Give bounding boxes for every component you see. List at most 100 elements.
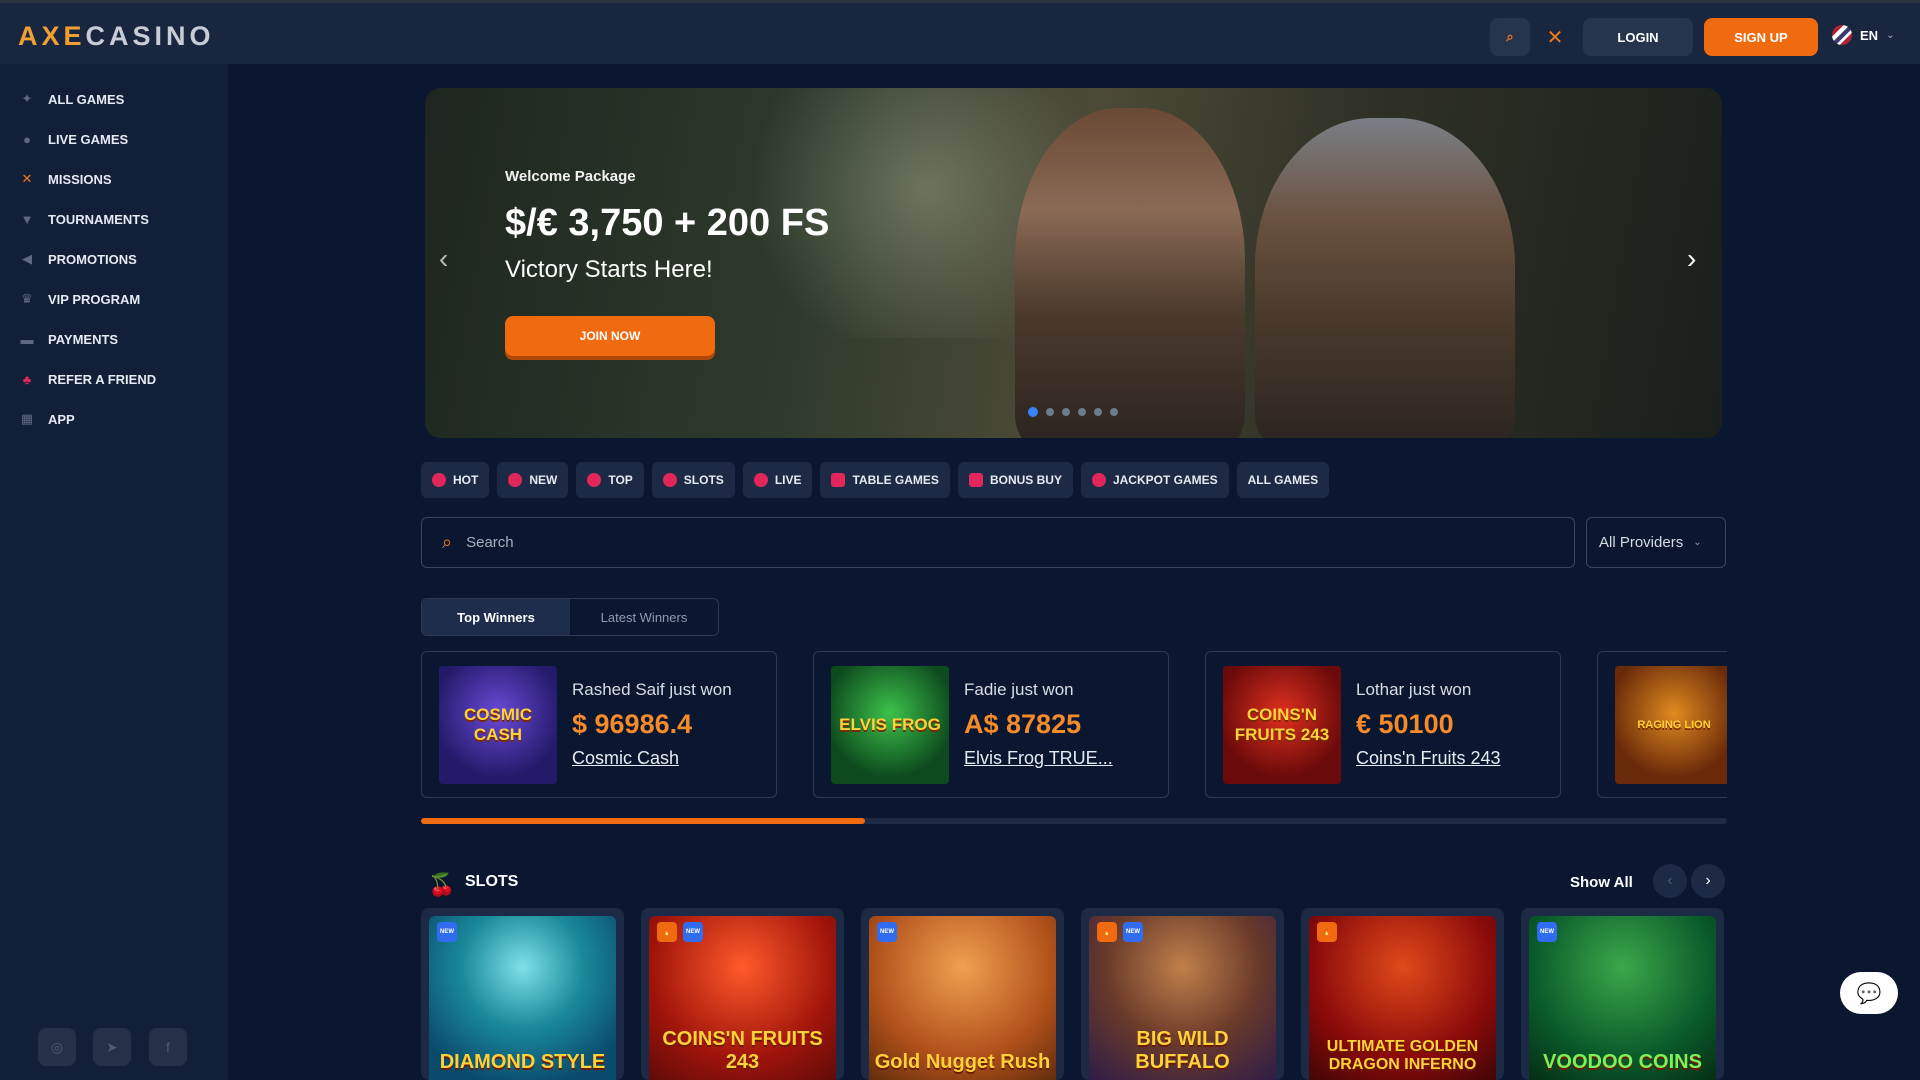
facebook-icon: f (166, 1039, 170, 1055)
chevron-left-icon[interactable]: ‹ (439, 243, 448, 275)
sidebar-item-label: REFER A FRIEND (48, 371, 157, 387)
facebook-button[interactable]: f (149, 1028, 187, 1066)
tab-latest-winners[interactable]: Latest Winners (570, 599, 718, 635)
seven-icon (1091, 473, 1106, 487)
signup-button[interactable]: SIGN UP (1704, 18, 1818, 56)
site-logo[interactable]: AXECASINO (18, 21, 215, 52)
chevron-down-icon: ⌄ (1886, 29, 1895, 41)
game-tile[interactable]: Gold Nugget Rush NEW (861, 908, 1064, 1080)
chevron-left-icon[interactable]: ‹ (1653, 864, 1687, 898)
instagram-button[interactable]: ◎ (38, 1028, 76, 1066)
apps-icon: ▦ (20, 411, 34, 426)
game-search-input[interactable]: ⌕ Search (421, 517, 1575, 568)
game-tile[interactable]: VOODOO COINS NEW (1521, 908, 1724, 1080)
language-selector[interactable]: EN ⌄ (1832, 25, 1894, 45)
live-chat-button[interactable]: 💬 (1840, 972, 1898, 1014)
missions-button[interactable]: ✕ (1540, 18, 1570, 56)
join-now-button[interactable]: JOIN NOW (505, 316, 715, 356)
winner-name: Rashed Saif just won (572, 680, 732, 699)
sidebar-item-missions[interactable]: ✕ MISSIONS (18, 170, 112, 188)
banner-dot[interactable] (1046, 408, 1054, 416)
banner-dot[interactable] (1110, 408, 1118, 416)
tab-top[interactable]: TOP (576, 462, 644, 498)
sidebar-item-refer-a-friend[interactable]: ♣ REFER A FRIEND (18, 370, 156, 388)
tab-new[interactable]: NEW (497, 462, 569, 498)
winner-game-link[interactable]: Cosmic Cash (572, 748, 679, 769)
game-tile[interactable]: COINS'N FRUITS 243 🔥 NEW (641, 908, 844, 1080)
sidebar-item-live-games[interactable]: ● LIVE GAMES (18, 130, 128, 148)
winner-game-thumbnail[interactable]: COINS'N FRUITS 243 (1223, 666, 1341, 784)
tab-top-winners[interactable]: Top Winners (422, 599, 570, 635)
game-tile-image[interactable]: Gold Nugget Rush (869, 916, 1056, 1080)
chevron-right-icon[interactable]: › (1687, 243, 1696, 275)
winner-amount: $ 96986.4 (572, 709, 693, 739)
grid-icon: ✦ (21, 91, 33, 106)
winner-game-thumbnail[interactable]: RAGING LION (1615, 666, 1727, 784)
winner-card[interactable]: ELVIS FROG Fadie just won A$ 87825 Elvis… (813, 651, 1169, 798)
game-tile-image[interactable]: DIAMOND STYLE (429, 916, 616, 1080)
hot-badge: 🔥 (1317, 922, 1337, 942)
game-tile[interactable]: DIAMOND STYLE NEW (421, 908, 624, 1080)
new-badge: NEW (877, 922, 897, 942)
banner-subtitle: Victory Starts Here! (505, 256, 713, 283)
tab-hot[interactable]: HOT (421, 462, 490, 498)
game-tile-image[interactable]: COINS'N FRUITS 243 (649, 916, 836, 1080)
tab-table-games[interactable]: TABLE GAMES (820, 462, 950, 498)
search-icon: ⌕ (1506, 29, 1514, 44)
providers-select[interactable]: All Providers ⌄ (1586, 517, 1726, 568)
tab-label: BONUS BUY (989, 473, 1062, 487)
show-all-link[interactable]: Show All (1570, 874, 1633, 891)
tab-label: HOT (453, 473, 479, 487)
tab-all-games[interactable]: ALL GAMES (1236, 462, 1330, 498)
sidebar: ✦ ALL GAMES ● LIVE GAMES ✕ MISSIONS ▼ TO… (0, 64, 228, 1080)
tab-live[interactable]: LIVE (742, 462, 813, 498)
banner-dot[interactable] (1062, 408, 1070, 416)
logo-text-casino: CASINO (85, 21, 215, 51)
winners-scroll-progress-fill (421, 818, 866, 824)
sidebar-item-tournaments[interactable]: ▼ TOURNAMENTS (18, 210, 149, 228)
winner-game-link[interactable]: Coins'n Fruits 243 (1356, 748, 1501, 769)
sidebar-item-label: PROMOTIONS (48, 251, 137, 267)
top-bar: AXECASINO ⌕ ✕ LOGIN SIGN UP EN ⌄ (0, 0, 1920, 64)
chevron-down-icon: ⌄ (1693, 537, 1702, 548)
banner-dot[interactable] (1078, 408, 1086, 416)
search-button[interactable]: ⌕ (1490, 18, 1530, 56)
game-tile-image[interactable]: ULTIMATE GOLDEN DRAGON INFERNO (1309, 916, 1496, 1080)
banner-dot[interactable] (1094, 408, 1102, 416)
trophy-icon: ▼ (20, 211, 34, 227)
hot-badge: 🔥 (1097, 922, 1117, 942)
sidebar-item-app[interactable]: ▦ APP (18, 410, 75, 428)
live-icon: ● (23, 131, 31, 147)
new-badge: NEW (437, 922, 457, 942)
flag-icon (1832, 25, 1852, 45)
telegram-button[interactable]: ➤ (93, 1028, 131, 1066)
winner-card[interactable]: COINS'N FRUITS 243 Lothar just won € 501… (1205, 651, 1561, 798)
logo-text-axe: AXE (18, 21, 86, 51)
tab-jackpot-games[interactable]: JACKPOT GAMES (1080, 462, 1229, 498)
winner-card[interactable]: COSMIC CASH Rashed Saif just won $ 96986… (421, 651, 777, 798)
winner-card[interactable]: RAGING LION (1597, 651, 1727, 798)
telegram-icon: ➤ (106, 1038, 118, 1055)
game-tile-image[interactable]: VOODOO COINS (1529, 916, 1716, 1080)
top-icon (587, 473, 602, 487)
chevron-right-icon[interactable]: › (1691, 864, 1725, 898)
winner-game-link[interactable]: Elvis Frog TRUE... (964, 748, 1113, 769)
game-tile-image[interactable]: BIG WILD BUFFALO (1089, 916, 1276, 1080)
new-badge: NEW (1537, 922, 1557, 942)
sidebar-item-vip-program[interactable]: ♛ VIP PROGRAM (18, 290, 140, 308)
sidebar-item-payments[interactable]: ▬ PAYMENTS (18, 330, 119, 348)
live-icon (753, 473, 768, 487)
login-button[interactable]: LOGIN (1583, 18, 1693, 56)
game-tile[interactable]: ULTIMATE GOLDEN DRAGON INFERNO 🔥 (1301, 908, 1504, 1080)
tab-label: TOP (608, 473, 633, 487)
game-tile[interactable]: BIG WILD BUFFALO 🔥 NEW (1081, 908, 1284, 1080)
tab-slots[interactable]: SLOTS (651, 462, 735, 498)
banner-dot[interactable] (1028, 407, 1038, 417)
tab-bonus-buy[interactable]: BONUS BUY (957, 462, 1073, 498)
sidebar-item-promotions[interactable]: ◀ PROMOTIONS (18, 250, 137, 268)
hero-banner[interactable]: Welcome Package $/€ 3,750 + 200 FS Victo… (425, 88, 1722, 438)
winner-game-thumbnail[interactable]: ELVIS FROG (831, 666, 949, 784)
sidebar-item-all-games[interactable]: ✦ ALL GAMES (18, 90, 125, 108)
section-title-slots: SLOTS (465, 873, 519, 890)
winner-game-thumbnail[interactable]: COSMIC CASH (439, 666, 557, 784)
